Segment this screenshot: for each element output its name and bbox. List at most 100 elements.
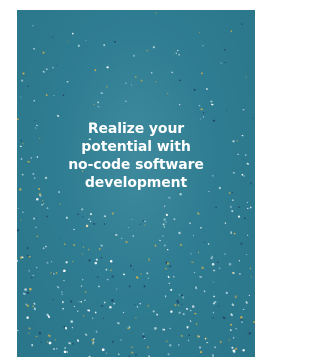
confetti-dot xyxy=(62,94,65,97)
headline-line-1: Realize your xyxy=(87,121,185,137)
confetti-dot xyxy=(155,313,159,316)
confetti-dot xyxy=(42,199,44,202)
confetti-dot xyxy=(200,226,202,229)
confetti-dot xyxy=(162,223,165,226)
confetti-dot xyxy=(245,301,249,304)
confetti-dot xyxy=(95,330,98,334)
confetti-dot xyxy=(84,291,87,293)
confetti-dot xyxy=(146,272,149,275)
confetti-dot xyxy=(178,231,181,235)
confetti-dot xyxy=(109,260,113,263)
confetti-dot xyxy=(53,95,55,97)
confetti-dot xyxy=(213,269,216,272)
confetti-dot xyxy=(139,303,141,305)
confetti-dot xyxy=(106,66,109,69)
confetti-dot xyxy=(198,31,200,34)
confetti-dot xyxy=(199,351,203,354)
confetti-dot xyxy=(178,53,180,56)
confetti-dot xyxy=(127,226,129,229)
confetti-dot xyxy=(94,311,97,314)
confetti-dot xyxy=(88,259,91,262)
confetti-dot xyxy=(190,253,192,255)
confetti-dot xyxy=(36,235,38,238)
confetti-dot xyxy=(140,79,143,82)
confetti-dot xyxy=(128,355,131,357)
confetti-dot xyxy=(147,277,149,279)
confetti-dot xyxy=(246,234,249,236)
confetti-dot xyxy=(234,347,238,350)
confetti-dot xyxy=(52,36,54,38)
confetti-dot xyxy=(61,293,64,296)
confetti-dot xyxy=(98,248,101,250)
confetti-dot xyxy=(166,340,168,343)
confetti-dot xyxy=(81,208,84,211)
confetti-dot xyxy=(100,92,104,95)
confetti-dot xyxy=(92,341,95,344)
confetti-dot xyxy=(111,275,114,278)
confetti-dot xyxy=(179,192,182,196)
confetti-dot xyxy=(87,309,91,312)
confetti-dot xyxy=(32,274,35,276)
confetti-dot xyxy=(193,88,196,91)
confetti-dot xyxy=(211,103,214,106)
confetti-dot xyxy=(111,212,114,215)
confetti-dot xyxy=(22,211,24,214)
confetti-dot xyxy=(103,223,106,225)
confetti-dot xyxy=(33,99,36,102)
confetti-dot xyxy=(32,305,34,307)
confetti-dot xyxy=(106,86,108,88)
confetti-dot xyxy=(88,218,90,221)
confetti-dot xyxy=(22,292,26,296)
confetti-dot xyxy=(121,237,123,239)
confetti-dot xyxy=(246,201,248,204)
confetti-dot xyxy=(240,242,243,245)
confetti-dot xyxy=(130,264,132,267)
confetti-dot xyxy=(26,304,30,307)
confetti-dot xyxy=(203,290,206,293)
confetti-dot xyxy=(148,355,151,357)
confetti-dot xyxy=(179,243,183,247)
confetti-dot xyxy=(144,224,146,226)
confetti-dot xyxy=(146,50,149,52)
confetti-dot xyxy=(33,47,35,49)
confetti-dot xyxy=(125,240,128,244)
confetti-dot xyxy=(210,256,213,260)
confetti-dot xyxy=(32,25,34,27)
confetti-dot xyxy=(178,344,180,346)
confetti-dot xyxy=(35,226,37,229)
confetti-dot xyxy=(230,323,233,326)
confetti-dot xyxy=(61,300,64,304)
confetti-dot xyxy=(103,301,106,304)
confetti-dot xyxy=(31,344,34,346)
confetti-dot xyxy=(252,320,255,324)
confetti-dot xyxy=(196,212,200,215)
confetti-dot xyxy=(232,199,234,202)
confetti-dot xyxy=(20,79,24,82)
confetti-dot xyxy=(196,356,200,357)
confetti-dot xyxy=(206,341,209,344)
confetti-dot xyxy=(125,82,127,84)
confetti-dot xyxy=(224,253,226,255)
confetti-dot xyxy=(211,255,213,258)
confetti-dot xyxy=(111,340,114,343)
confetti-dot xyxy=(191,261,194,264)
confetti-dot xyxy=(26,316,29,319)
confetti-dot xyxy=(200,108,203,111)
confetti-dot xyxy=(132,234,135,237)
confetti-dot xyxy=(234,295,237,299)
confetti-dot xyxy=(45,68,48,71)
confetti-dot xyxy=(55,271,58,274)
confetti-dot xyxy=(134,76,137,78)
confetti-dot xyxy=(231,210,234,213)
confetti-dot xyxy=(249,267,252,270)
confetti-dot xyxy=(70,300,73,303)
confetti-dot xyxy=(172,275,175,278)
confetti-dot xyxy=(167,92,169,95)
confetti-dot xyxy=(93,338,95,340)
confetti-dot xyxy=(169,327,171,330)
confetti-dot xyxy=(63,279,65,282)
confetti-dot xyxy=(61,291,63,293)
confetti-dot xyxy=(85,224,89,228)
confetti-dot xyxy=(166,262,170,265)
confetti-dot xyxy=(242,308,245,310)
